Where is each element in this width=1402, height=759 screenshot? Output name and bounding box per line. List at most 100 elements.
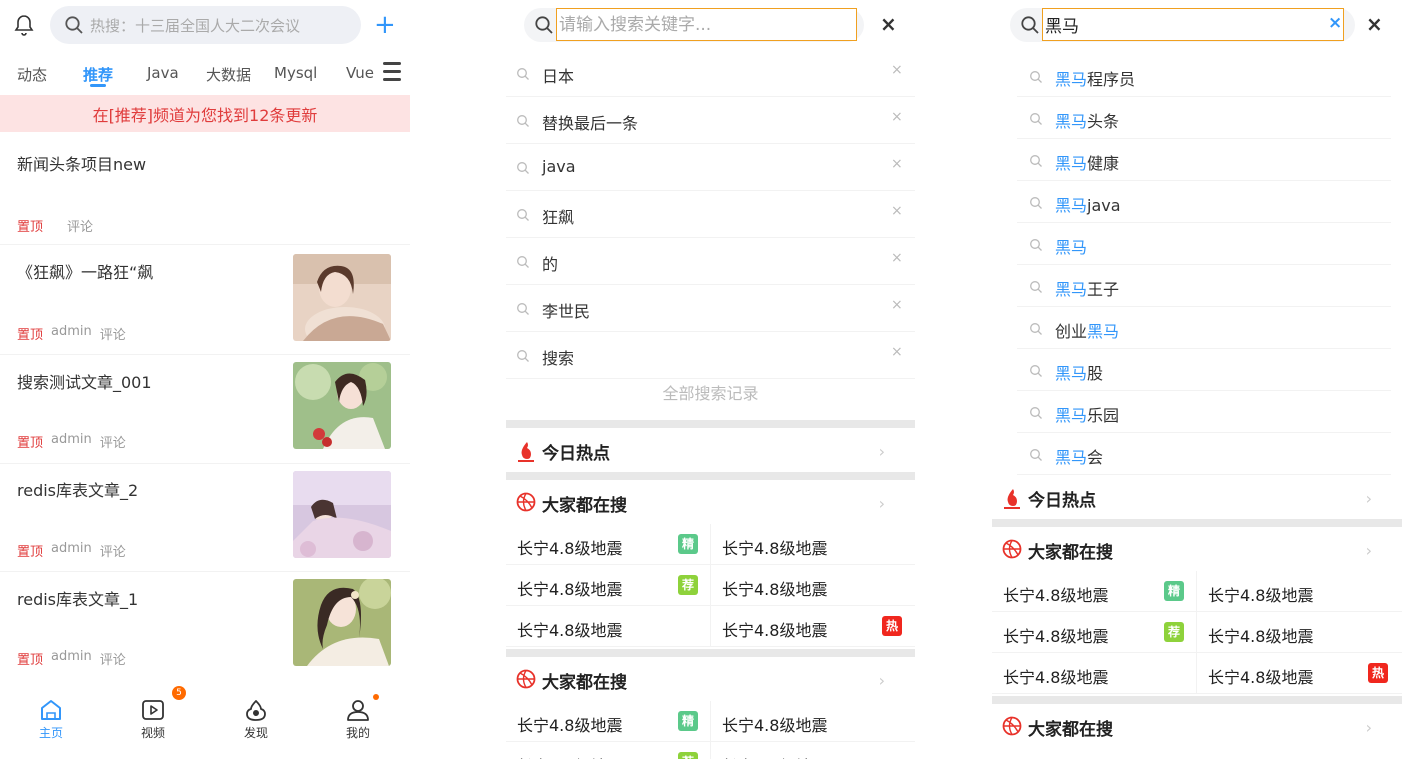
clear-input-button[interactable]: × bbox=[1328, 13, 1342, 33]
search-suggest-screen: × × 黑马程序员黑马头条黑马健康黑马java 黑马黑马王子创业黑马黑马股黑马乐园… bbox=[992, 0, 1402, 759]
suggestion-text: 黑马股 bbox=[1055, 360, 1103, 384]
today-hot-title: 今日热点 bbox=[1028, 491, 1096, 511]
delete-history-button[interactable]: × bbox=[891, 203, 903, 219]
article-thumbnail[interactable] bbox=[293, 362, 391, 449]
nav-discover[interactable]: 发现 bbox=[226, 698, 286, 741]
home-search-bar[interactable]: 热搜：十三届全国人大二次会议 bbox=[50, 6, 361, 44]
article-item[interactable]: 搜索测试文章_001 置顶 admin 评论 bbox=[0, 355, 410, 464]
history-item[interactable]: 狂飙 × bbox=[506, 191, 915, 238]
hot-item[interactable]: 长宁4.8级地震 bbox=[517, 712, 622, 736]
article-thumbnail[interactable] bbox=[293, 471, 391, 558]
suggestion-item[interactable]: 黑马王子 bbox=[1017, 265, 1391, 307]
comment-label[interactable]: 评论 bbox=[100, 324, 126, 343]
everyone-search-section[interactable]: 大家都在搜 › bbox=[992, 704, 1402, 748]
comment-label[interactable]: 评论 bbox=[100, 432, 126, 451]
delete-history-button[interactable]: × bbox=[891, 344, 903, 360]
suggestion-item[interactable]: 黑马头条 bbox=[1017, 97, 1391, 139]
suggestion-item[interactable]: 黑马java bbox=[1017, 181, 1391, 223]
close-search-button[interactable]: × bbox=[880, 14, 897, 34]
suggestion-highlight: 黑马 bbox=[1055, 238, 1088, 257]
article-item[interactable]: redis库表文章_1 置顶 admin 评论 bbox=[0, 572, 410, 670]
author-label[interactable]: admin bbox=[51, 649, 92, 668]
delete-history-button[interactable]: × bbox=[891, 109, 903, 125]
menu-icon[interactable] bbox=[383, 60, 403, 84]
hot-item[interactable]: 长宁4.8级地震 bbox=[722, 753, 827, 759]
suggestion-item[interactable]: 黑马健康 bbox=[1017, 139, 1391, 181]
history-item[interactable]: java × bbox=[506, 144, 915, 191]
history-item[interactable]: 日本 × bbox=[506, 50, 915, 97]
article-item[interactable]: redis库表文章_2 置顶 admin 评论 bbox=[0, 464, 410, 572]
hot-item[interactable]: 长宁4.8级地震 bbox=[1208, 582, 1313, 606]
delete-history-button[interactable]: × bbox=[891, 62, 903, 78]
everyone-search-section[interactable]: 大家都在搜 › bbox=[992, 527, 1402, 571]
author-label[interactable]: admin bbox=[51, 324, 92, 343]
hot-item[interactable]: 长宁4.8级地震 bbox=[722, 712, 827, 736]
hot-tag-jing: 精 bbox=[1164, 581, 1184, 601]
today-hot-section[interactable]: 今日热点 › bbox=[506, 428, 915, 472]
hot-item[interactable]: 长宁4.8级地震 bbox=[722, 617, 827, 641]
article-thumbnail[interactable] bbox=[293, 254, 391, 341]
hot-item[interactable]: 长宁4.8级地震 bbox=[517, 617, 622, 641]
suggestion-text: 黑马乐园 bbox=[1055, 402, 1119, 426]
close-search-button[interactable]: × bbox=[1366, 14, 1383, 34]
comment-label[interactable]: 评论 bbox=[67, 216, 93, 235]
hot-item[interactable]: 长宁4.8级地震 bbox=[517, 535, 622, 559]
tab-mysql[interactable]: Mysql bbox=[274, 64, 317, 82]
hot-item[interactable]: 长宁4.8级地震 bbox=[517, 753, 622, 759]
article-thumbnail[interactable] bbox=[293, 579, 391, 666]
channel-tabs: 动态 推荐 Java 大数据 Mysql Vue bbox=[0, 56, 410, 92]
hot-item[interactable]: 长宁4.8级地震 bbox=[722, 535, 827, 559]
pinned-label: 置顶 bbox=[17, 328, 44, 343]
suggestion-item[interactable]: 黑马股 bbox=[1017, 349, 1391, 391]
nav-home[interactable]: 主页 bbox=[21, 698, 81, 741]
tab-dynamic[interactable]: 动态 bbox=[17, 64, 47, 85]
comment-label[interactable]: 评论 bbox=[100, 649, 126, 668]
suggestion-item[interactable]: 黑马会 bbox=[1017, 433, 1391, 475]
column-divider bbox=[710, 524, 711, 565]
hot-item[interactable]: 长宁4.8级地震 bbox=[1003, 623, 1108, 647]
today-hot-section[interactable]: 今日热点 › bbox=[992, 475, 1402, 519]
hot-item[interactable]: 长宁4.8级地震 bbox=[1003, 582, 1108, 606]
suggestion-item[interactable]: 黑马程序员 bbox=[1017, 55, 1391, 97]
fire-icon bbox=[518, 442, 534, 462]
article-item[interactable]: 新闻头条项目new 置顶 评论 bbox=[0, 140, 410, 245]
comment-label[interactable]: 评论 bbox=[100, 541, 126, 560]
delete-history-button[interactable]: × bbox=[891, 156, 903, 172]
hot-item[interactable]: 长宁4.8级地震 bbox=[1003, 664, 1108, 688]
delete-history-button[interactable]: × bbox=[891, 297, 903, 313]
search-input[interactable] bbox=[1042, 8, 1344, 41]
everyone-search-section[interactable]: 大家都在搜 › bbox=[506, 480, 915, 524]
hot-item[interactable]: 长宁4.8级地震 bbox=[1208, 623, 1313, 647]
nav-me[interactable]: 我的 bbox=[328, 698, 388, 741]
search-input[interactable] bbox=[556, 8, 857, 41]
bottom-nav: 主页 视频 5 发现 我的 bbox=[0, 686, 410, 750]
tab-vue[interactable]: Vue bbox=[346, 64, 374, 82]
nav-video[interactable]: 视频 bbox=[123, 698, 183, 741]
hot-item[interactable]: 长宁4.8级地震 bbox=[722, 576, 827, 600]
history-item[interactable]: 替换最后一条 × bbox=[506, 97, 915, 144]
article-meta: 置顶 admin 评论 bbox=[17, 541, 126, 560]
article-item[interactable]: 《狂飙》一路狂“飙 置顶 admin 评论 bbox=[0, 245, 410, 355]
article-meta: 置顶 admin 评论 bbox=[17, 649, 126, 668]
tab-recommend[interactable]: 推荐 bbox=[83, 64, 113, 85]
suggestion-item[interactable]: 创业黑马 bbox=[1017, 307, 1391, 349]
delete-history-button[interactable]: × bbox=[891, 250, 903, 266]
hot-tag-jian: 荐 bbox=[678, 752, 698, 759]
video-icon bbox=[142, 700, 164, 720]
hot-row: 长宁4.8级地震 长宁4.8级地震 荐 bbox=[506, 742, 915, 759]
history-item[interactable]: 搜索 × bbox=[506, 332, 915, 379]
history-item[interactable]: 李世民 × bbox=[506, 285, 915, 332]
bell-icon[interactable] bbox=[12, 13, 36, 37]
history-item[interactable]: 的 × bbox=[506, 238, 915, 285]
tab-bigdata[interactable]: 大数据 bbox=[206, 64, 251, 85]
author-label[interactable]: admin bbox=[51, 541, 92, 560]
author-label[interactable]: admin bbox=[51, 432, 92, 451]
hot-item[interactable]: 长宁4.8级地震 bbox=[517, 576, 622, 600]
everyone-search-section[interactable]: 大家都在搜 › bbox=[506, 657, 915, 701]
all-history-link[interactable]: 全部搜索记录 bbox=[506, 380, 915, 404]
suggestion-item[interactable]: 黑马 bbox=[1017, 223, 1391, 265]
tab-java[interactable]: Java bbox=[147, 64, 179, 82]
hot-item[interactable]: 长宁4.8级地震 bbox=[1208, 664, 1313, 688]
add-channel-button[interactable]: + bbox=[374, 12, 396, 38]
suggestion-item[interactable]: 黑马乐园 bbox=[1017, 391, 1391, 433]
